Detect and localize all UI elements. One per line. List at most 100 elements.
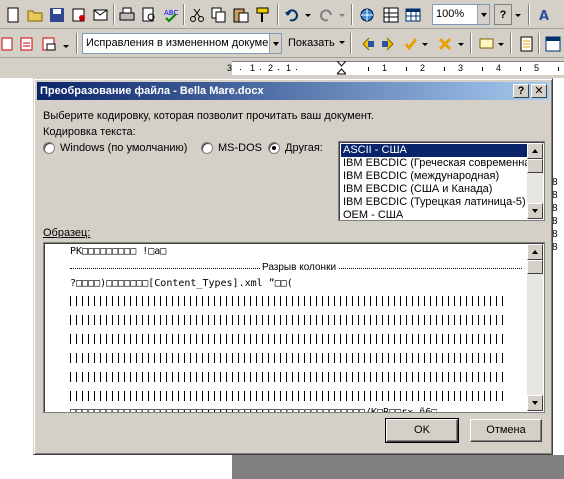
undo-icon[interactable] <box>281 4 303 25</box>
hyperlink-icon[interactable] <box>356 4 378 25</box>
ok-button[interactable]: OK <box>385 418 459 443</box>
track-changes-icon[interactable] <box>516 33 538 54</box>
preview-box-row <box>70 353 506 363</box>
show-menu[interactable]: Показать <box>285 33 349 54</box>
indent-marker-icon[interactable] <box>335 60 348 75</box>
radio-windows-label[interactable]: Windows (по умолчанию) <box>60 141 187 155</box>
radio-windows[interactable] <box>43 142 55 154</box>
new-document-icon[interactable] <box>2 4 24 25</box>
comment-dropdown-icon[interactable] <box>496 33 506 54</box>
encoding-scrollbar[interactable] <box>527 143 543 219</box>
radio-msdos[interactable] <box>201 142 213 154</box>
encoding-label: Кодировка текста: <box>43 126 136 138</box>
scroll-thumb[interactable] <box>527 260 543 274</box>
pdf-icon[interactable] <box>0 33 14 54</box>
ruler-tick <box>444 67 445 71</box>
ok-button-label: OK <box>414 424 430 436</box>
pdf-convert-icon[interactable] <box>16 33 38 54</box>
preview-box-row <box>70 315 506 325</box>
help-icon: ? <box>499 8 507 21</box>
preview-label: Образец: <box>43 227 91 239</box>
toolbar-separator <box>528 4 530 25</box>
encoding-listbox[interactable]: ASCII - США IBM EBCDIC (Греческая соврем… <box>338 141 545 221</box>
tables-borders-icon[interactable] <box>380 4 402 25</box>
encoding-option[interactable]: OEM - США <box>341 209 529 220</box>
encoding-option[interactable]: ASCII - США <box>341 144 529 157</box>
toolbar-separator <box>470 33 472 54</box>
svg-text:ABC: ABC <box>164 9 178 17</box>
preview-scrollbar[interactable] <box>527 244 543 411</box>
encoding-option[interactable]: IBM EBCDIC (Турецкая латиница-5) <box>341 196 529 209</box>
save-icon[interactable] <box>46 4 68 25</box>
permission-icon[interactable] <box>68 4 90 25</box>
ruler-label: 3 <box>458 63 464 73</box>
close-icon: ✕ <box>534 85 544 97</box>
horizontal-ruler[interactable]: 3 1 2 1 1 2 3 4 5 <box>0 58 564 78</box>
encoding-option[interactable]: IBM EBCDIC (США и Канада) <box>341 183 529 196</box>
zoom-combo[interactable]: 100% <box>432 4 490 25</box>
toolbar-separator <box>510 33 512 54</box>
ruler-label: 5 <box>534 63 540 73</box>
ruler-tick <box>482 67 483 71</box>
print-icon[interactable] <box>116 4 138 25</box>
copy-icon[interactable] <box>208 4 230 25</box>
ruler-dot <box>296 69 297 70</box>
style-icon[interactable]: A <box>534 4 556 25</box>
track-changes-combo[interactable]: Исправления в измененном документ <box>82 33 282 54</box>
format-painter-icon[interactable] <box>252 4 274 25</box>
toolbar-options-icon[interactable] <box>60 33 72 54</box>
dialog-close-button[interactable]: ✕ <box>531 84 547 98</box>
accept-change-icon[interactable] <box>400 33 422 54</box>
zoom-value: 100% <box>436 8 465 20</box>
reject-dropdown-icon[interactable] <box>456 33 466 54</box>
encoding-option[interactable]: IBM EBCDIC (международная) <box>341 170 529 183</box>
email-icon[interactable] <box>90 4 112 25</box>
scroll-down-icon[interactable] <box>527 203 543 219</box>
encoding-option[interactable]: IBM EBCDIC (Греческая современная <box>341 157 529 170</box>
undo-dropdown-icon[interactable] <box>303 4 313 25</box>
ruler-label: 1 <box>382 63 388 73</box>
radio-other[interactable] <box>268 142 280 154</box>
dialog-titlebar[interactable]: Преобразование файла - Bella Mare.docx ?… <box>37 82 549 100</box>
dialog-title: Преобразование файла - Bella Mare.docx <box>40 85 264 97</box>
radio-msdos-label[interactable]: MS-DOS <box>218 141 262 155</box>
toolbar-separator <box>350 33 352 54</box>
preview-line: □□□□□□□□□□□□□□□□□□□□□□□□□□□□□□□□□□□□□□□□… <box>70 407 438 413</box>
scroll-up-icon[interactable] <box>527 143 543 159</box>
insert-table-icon[interactable] <box>402 4 424 25</box>
preview-box-row <box>70 372 506 382</box>
accept-dropdown-icon[interactable] <box>420 33 430 54</box>
scroll-down-icon[interactable] <box>527 395 543 411</box>
paste-icon[interactable] <box>230 4 252 25</box>
ruler-label: 1 <box>250 63 256 73</box>
spelling-icon[interactable]: ABC <box>160 4 182 25</box>
dialog-help-button[interactable]: ? <box>513 84 529 98</box>
pdf-email-icon[interactable] <box>38 33 60 54</box>
radio-other-label[interactable]: Другая: <box>285 141 323 155</box>
cut-icon[interactable] <box>186 4 208 25</box>
toolbar-separator <box>183 4 185 25</box>
standard-toolbar: ABC 100% ? A <box>0 0 564 29</box>
reviewing-pane-icon[interactable] <box>542 33 564 54</box>
print-preview-icon[interactable] <box>138 4 160 25</box>
help-button[interactable]: ? <box>494 4 512 25</box>
next-change-icon[interactable] <box>378 33 400 54</box>
track-changes-dropdown-icon[interactable] <box>269 34 281 53</box>
cancel-button[interactable]: Отмена <box>470 419 542 442</box>
ruler-label: 2 <box>420 63 426 73</box>
open-folder-icon[interactable] <box>24 4 46 25</box>
preview-pane[interactable]: PK□□□□□□□□□ !□a□ Разрыв колонки ?□□□□)□□… <box>43 242 545 413</box>
redo-dropdown-icon[interactable] <box>337 4 347 25</box>
zoom-dropdown-icon[interactable] <box>477 5 489 24</box>
redo-icon[interactable] <box>315 4 337 25</box>
ruler-label: 3 <box>227 63 233 73</box>
preview-box-row <box>70 334 506 344</box>
ruler-strip: 3 1 2 1 1 2 3 4 5 <box>227 60 564 75</box>
previous-change-icon[interactable] <box>356 33 378 54</box>
insert-comment-icon[interactable] <box>476 33 498 54</box>
reject-change-icon[interactable] <box>434 33 456 54</box>
scroll-up-icon[interactable] <box>527 244 543 260</box>
help-dropdown-icon[interactable] <box>512 4 524 25</box>
scroll-thumb[interactable] <box>527 159 543 173</box>
preview-line: PK□□□□□□□□□ !□a□ <box>70 246 167 257</box>
